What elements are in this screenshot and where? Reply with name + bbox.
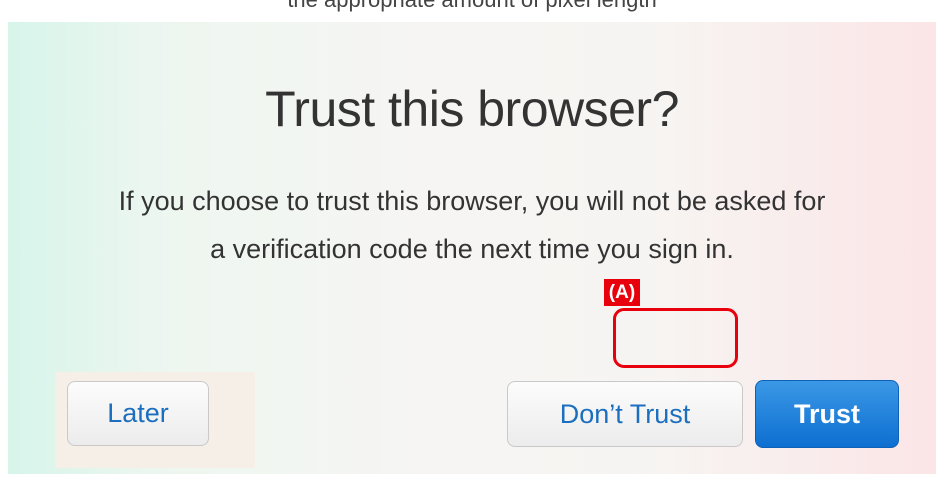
annotation-marker-label: (A) bbox=[604, 279, 640, 306]
annotation-marker-box bbox=[613, 308, 738, 368]
dialog-title: Trust this browser? bbox=[265, 81, 679, 137]
top-strip: the appropriate amount of pixel length bbox=[0, 0, 944, 22]
cut-off-text: the appropriate amount of pixel length bbox=[287, 0, 656, 13]
dialog-description: If you choose to trust this browser, you… bbox=[118, 186, 826, 264]
bottom-strip bbox=[0, 474, 944, 502]
screenshot-canvas: the appropriate amount of pixel length T… bbox=[0, 0, 944, 502]
dont-trust-button[interactable]: Don’t Trust bbox=[507, 381, 743, 447]
trust-button[interactable]: Trust bbox=[755, 380, 899, 448]
later-button[interactable]: Later bbox=[67, 381, 209, 446]
